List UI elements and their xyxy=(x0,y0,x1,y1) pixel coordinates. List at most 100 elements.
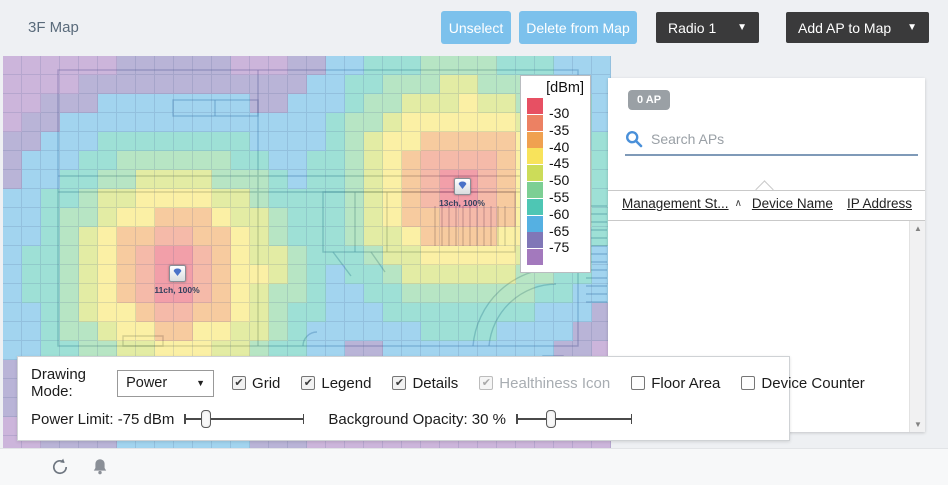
heatmap-cell xyxy=(345,227,364,246)
heatmap-cell xyxy=(117,189,136,208)
heatmap-cell xyxy=(60,113,79,132)
heatmap-cell xyxy=(573,284,592,303)
heatmap-cell xyxy=(326,265,345,284)
checkbox-item-floor-area[interactable]: Floor Area xyxy=(631,375,720,392)
ap-marker-1[interactable]: 11ch, 100% xyxy=(169,265,186,282)
checkbox-floor-area[interactable] xyxy=(631,376,645,390)
heatmap-cell xyxy=(155,132,174,151)
heatmap-cell xyxy=(440,113,459,132)
heatmap-cell xyxy=(269,284,288,303)
controls-row-1: Drawing Mode: Power ▼ ✔Grid✔Legend✔Detai… xyxy=(31,366,886,400)
sort-ascending-icon: ∧ xyxy=(735,198,742,209)
heatmap-cell xyxy=(402,208,421,227)
add-ap-to-map-dropdown[interactable]: Add AP to Map ▼ xyxy=(786,12,929,43)
heatmap-cell xyxy=(79,113,98,132)
heatmap-cell xyxy=(231,208,250,227)
heatmap-cell xyxy=(592,56,611,75)
heatmap-cell xyxy=(155,208,174,227)
checkbox-legend[interactable]: ✔ xyxy=(301,376,315,390)
search-icon xyxy=(625,130,643,148)
heatmap-cell xyxy=(98,189,117,208)
heatmap-cell xyxy=(364,75,383,94)
heatmap-cell xyxy=(402,322,421,341)
background-opacity-slider[interactable] xyxy=(516,409,632,429)
drawing-mode-value: Power xyxy=(126,375,167,391)
column-device-name[interactable]: Device Name xyxy=(752,196,833,211)
heatmap-cell xyxy=(212,227,231,246)
heatmap-cell xyxy=(3,113,22,132)
heatmap-cell xyxy=(288,170,307,189)
checkbox-item-device-counter[interactable]: Device Counter xyxy=(741,375,864,392)
checkbox-item-details[interactable]: ✔Details xyxy=(392,375,458,392)
heatmap-cell xyxy=(98,75,117,94)
background-opacity-slider-thumb[interactable] xyxy=(546,410,556,428)
footer-bar xyxy=(0,448,948,485)
heatmap-cell xyxy=(136,132,155,151)
heatmap-cell xyxy=(497,113,516,132)
heatmap-cell xyxy=(3,208,22,227)
column-ip-address[interactable]: IP Address xyxy=(847,196,912,211)
ap-marker-2[interactable]: 13ch, 100% xyxy=(454,178,471,195)
drawing-mode-select[interactable]: Power ▼ xyxy=(117,370,214,397)
heatmap-cell xyxy=(364,151,383,170)
heatmap-cell xyxy=(383,56,402,75)
heatmap-cell xyxy=(402,132,421,151)
scroll-down-icon[interactable]: ▼ xyxy=(910,417,926,432)
heatmap-cell xyxy=(345,132,364,151)
slider-track[interactable] xyxy=(516,418,632,420)
heatmap-cell xyxy=(554,284,573,303)
heatmap-cell xyxy=(136,303,155,322)
heatmap-cell xyxy=(231,303,250,322)
heatmap-cell xyxy=(402,75,421,94)
heatmap-cell xyxy=(364,322,383,341)
checkbox-item-grid[interactable]: ✔Grid xyxy=(232,375,280,392)
heatmap-cell xyxy=(174,322,193,341)
heatmap-cell xyxy=(231,227,250,246)
checkbox-device-counter[interactable] xyxy=(741,376,755,390)
heatmap-cell xyxy=(364,227,383,246)
heatmap-cell xyxy=(478,265,497,284)
scroll-up-icon[interactable]: ▲ xyxy=(910,221,926,236)
heatmap-cell xyxy=(60,132,79,151)
heatmap-cell xyxy=(155,246,174,265)
heatmap-cell xyxy=(402,170,421,189)
notification-bell-icon[interactable] xyxy=(90,457,110,477)
heatmap-cell xyxy=(174,151,193,170)
heatmap-cell xyxy=(136,208,155,227)
unselect-button[interactable]: Unselect xyxy=(441,11,511,44)
refresh-icon[interactable] xyxy=(50,457,70,477)
heatmap-cell xyxy=(136,94,155,113)
ap-list-scrollbar[interactable]: ▲ ▼ xyxy=(909,221,925,432)
heatmap-cell xyxy=(3,132,22,151)
search-input[interactable] xyxy=(651,131,912,147)
checkbox-details[interactable]: ✔ xyxy=(392,376,406,390)
delete-from-map-button[interactable]: Delete from Map xyxy=(519,11,637,44)
heatmap-cell xyxy=(193,151,212,170)
heatmap-cell xyxy=(212,246,231,265)
heatmap-cell xyxy=(459,132,478,151)
heatmap-cell xyxy=(60,170,79,189)
heatmap-cell xyxy=(288,265,307,284)
heatmap-cell xyxy=(326,151,345,170)
legend-swatch xyxy=(527,216,543,232)
checkbox-item-legend[interactable]: ✔Legend xyxy=(301,375,371,392)
heatmap-cell xyxy=(440,265,459,284)
checkbox-grid[interactable]: ✔ xyxy=(232,376,246,390)
radio-select-dropdown[interactable]: Radio 1 ▼ xyxy=(656,12,759,43)
heatmap-cell xyxy=(212,322,231,341)
heatmap-cell xyxy=(307,94,326,113)
heatmap-cell xyxy=(174,303,193,322)
heatmap-cell xyxy=(421,94,440,113)
heatmap-cell xyxy=(288,303,307,322)
legend-entry: -30 xyxy=(527,98,584,115)
heatmap-cell xyxy=(136,189,155,208)
heatmap-cell xyxy=(269,208,288,227)
power-limit-slider-thumb[interactable] xyxy=(201,410,211,428)
heatmap-cell xyxy=(440,303,459,322)
ap-label: 13ch, 100% xyxy=(439,198,485,208)
power-limit-slider[interactable] xyxy=(184,409,304,429)
heatmap-cell xyxy=(98,132,117,151)
column-management-status[interactable]: Management St... xyxy=(622,196,729,211)
heatmap-cell xyxy=(41,265,60,284)
heatmap-cell xyxy=(155,94,174,113)
